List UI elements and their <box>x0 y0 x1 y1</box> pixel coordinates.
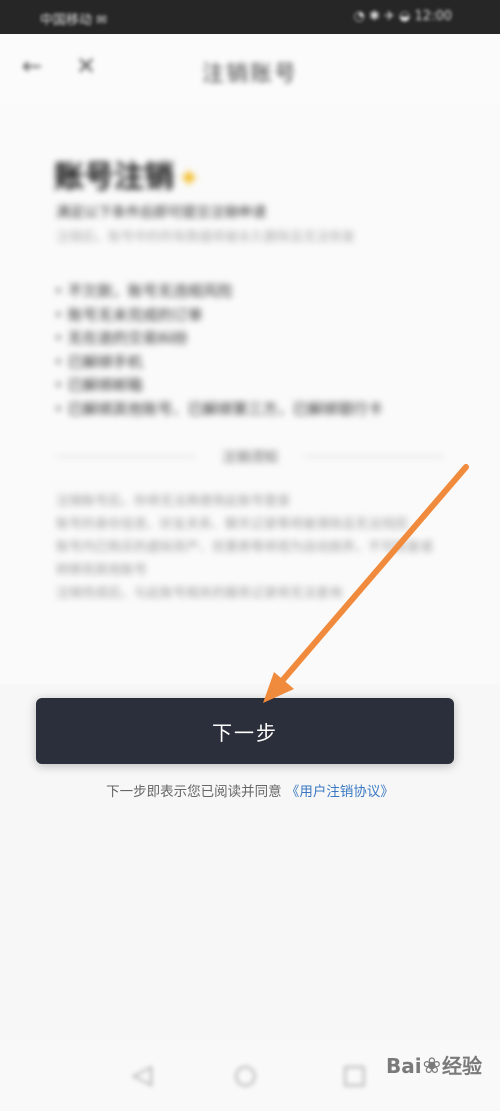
back-triangle-icon[interactable]: ◁ <box>132 1060 152 1090</box>
watermark-left: Bai <box>385 1054 422 1078</box>
paw-icon: ❀ <box>422 1054 441 1079</box>
annotation-arrow <box>263 464 469 703</box>
watermark-right: 经验 <box>442 1054 482 1078</box>
watermark: Bai❀经验 <box>386 1050 482 1079</box>
recent-apps-icon[interactable]: □ <box>342 1060 367 1090</box>
home-circle-icon[interactable]: ○ <box>234 1060 257 1090</box>
arrow-shaft <box>279 464 469 684</box>
